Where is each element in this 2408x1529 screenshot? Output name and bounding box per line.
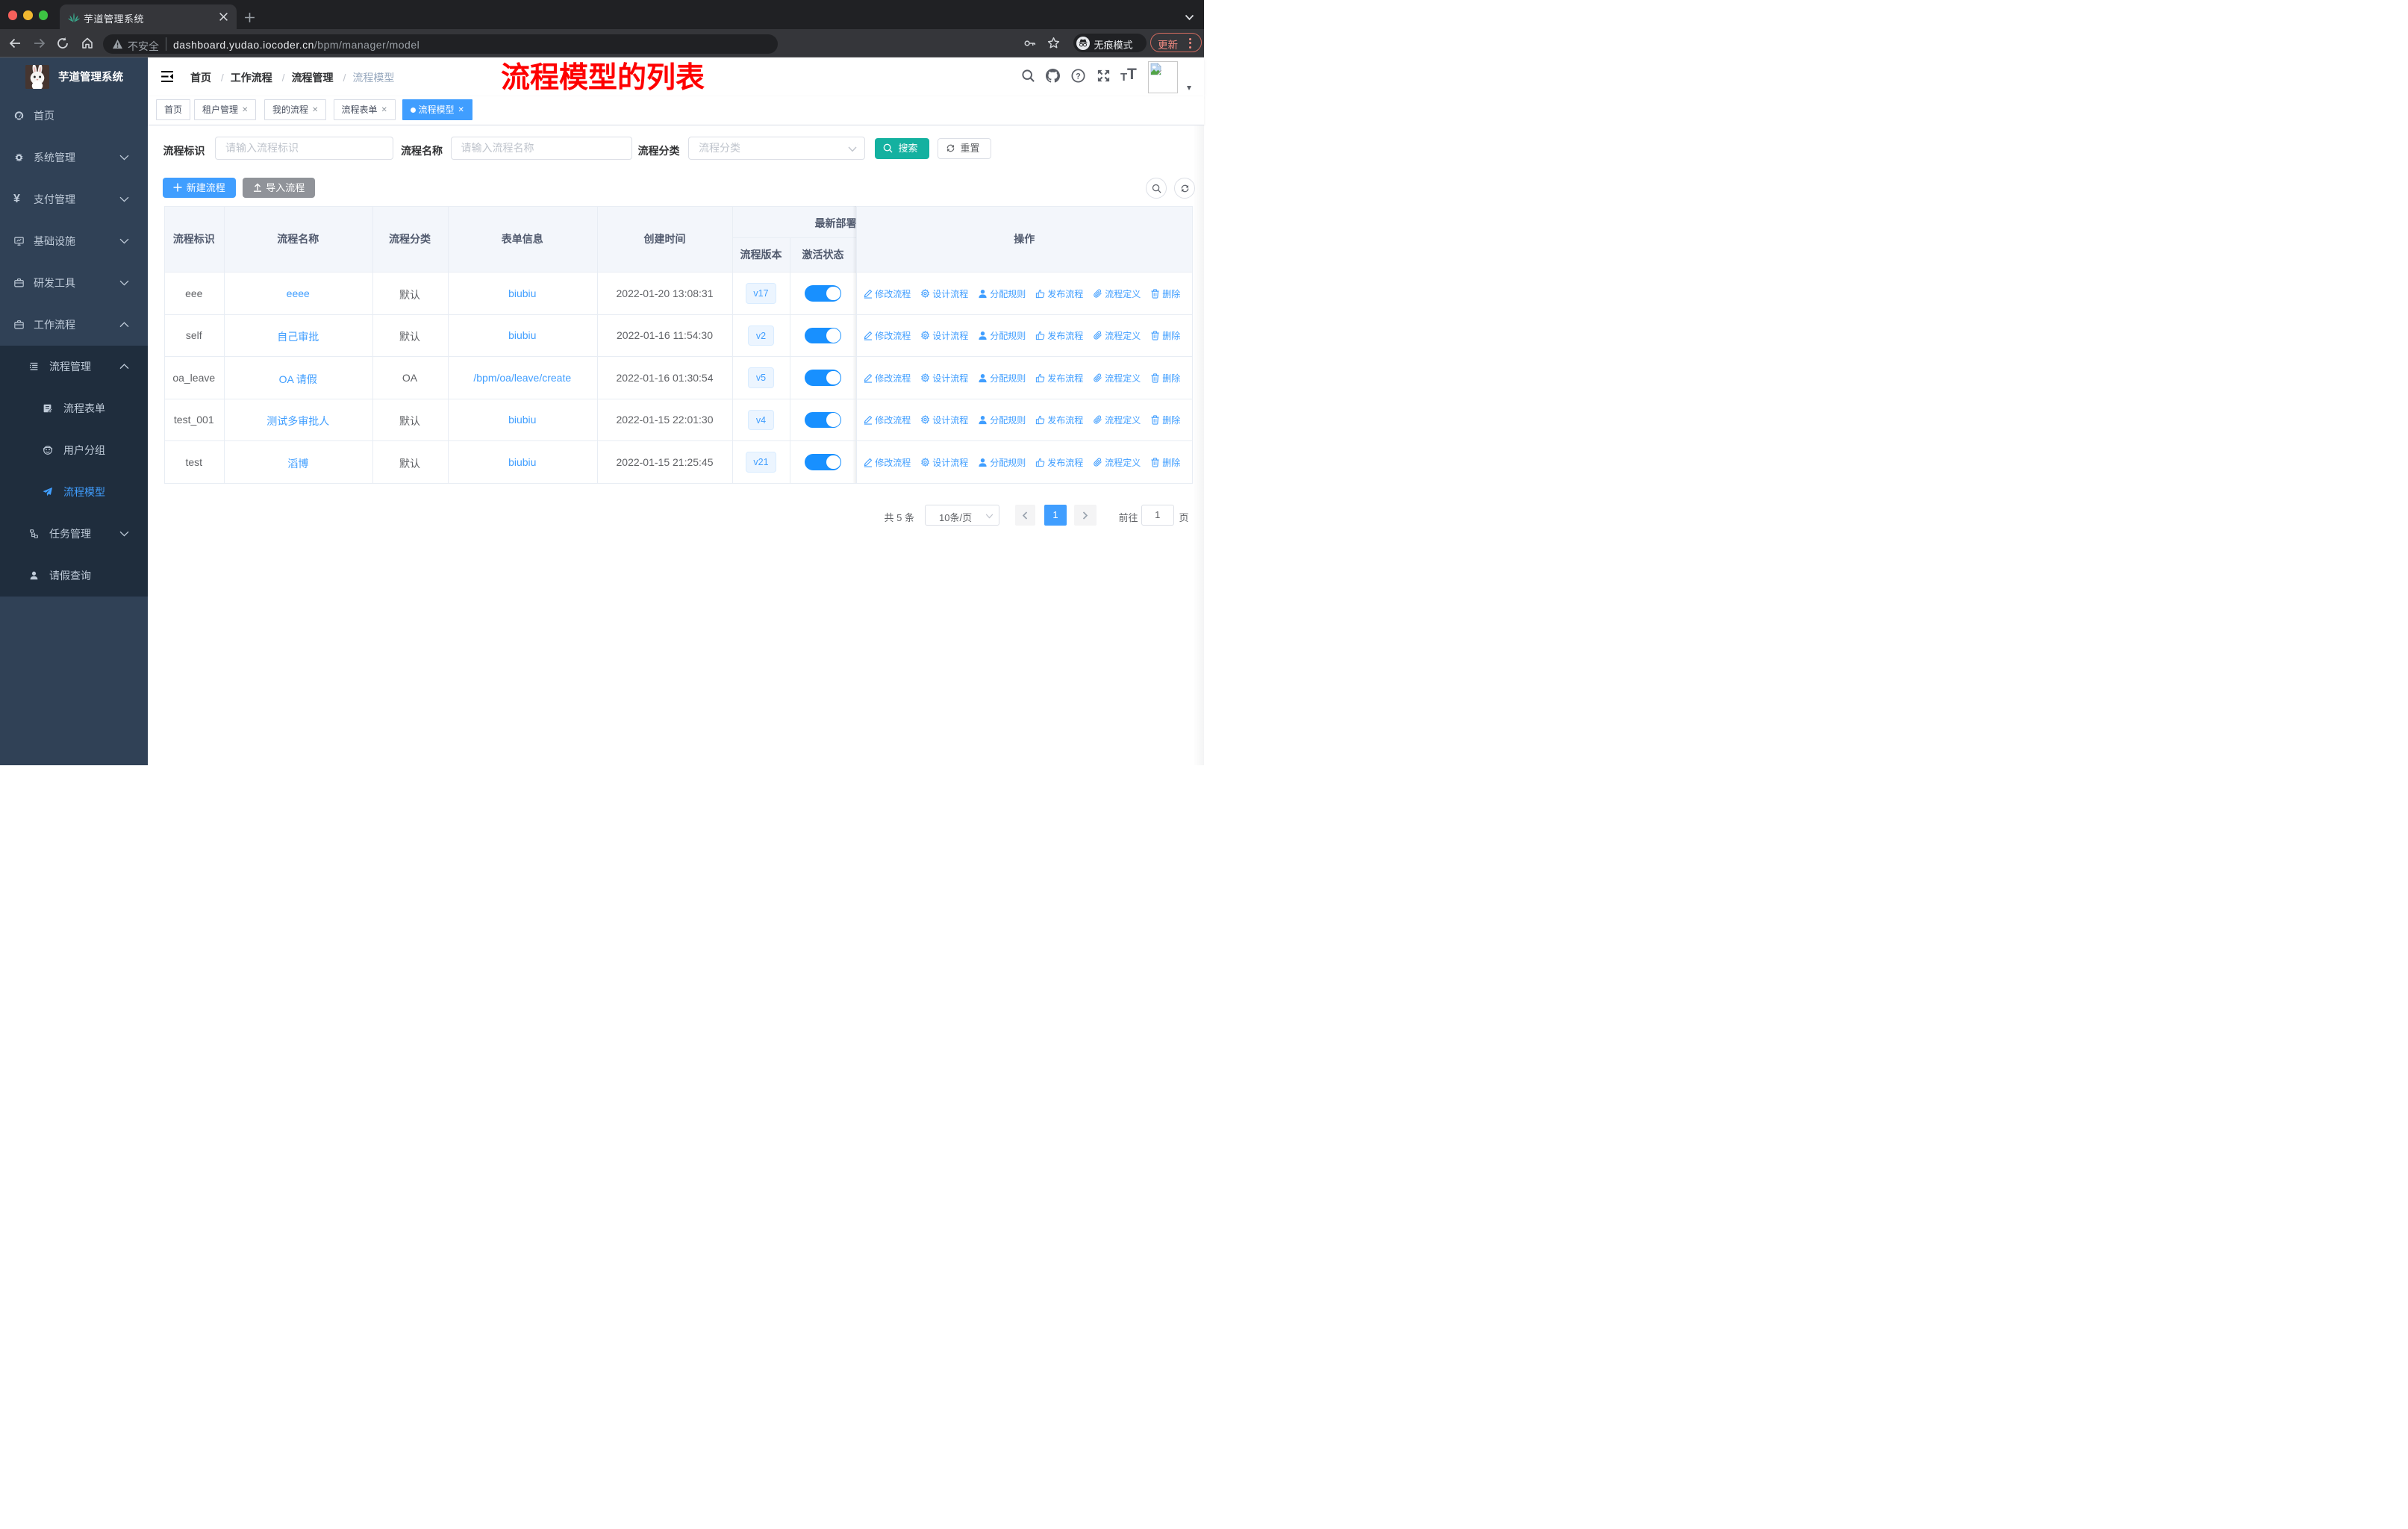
svg-text:?: ? xyxy=(1076,72,1081,81)
